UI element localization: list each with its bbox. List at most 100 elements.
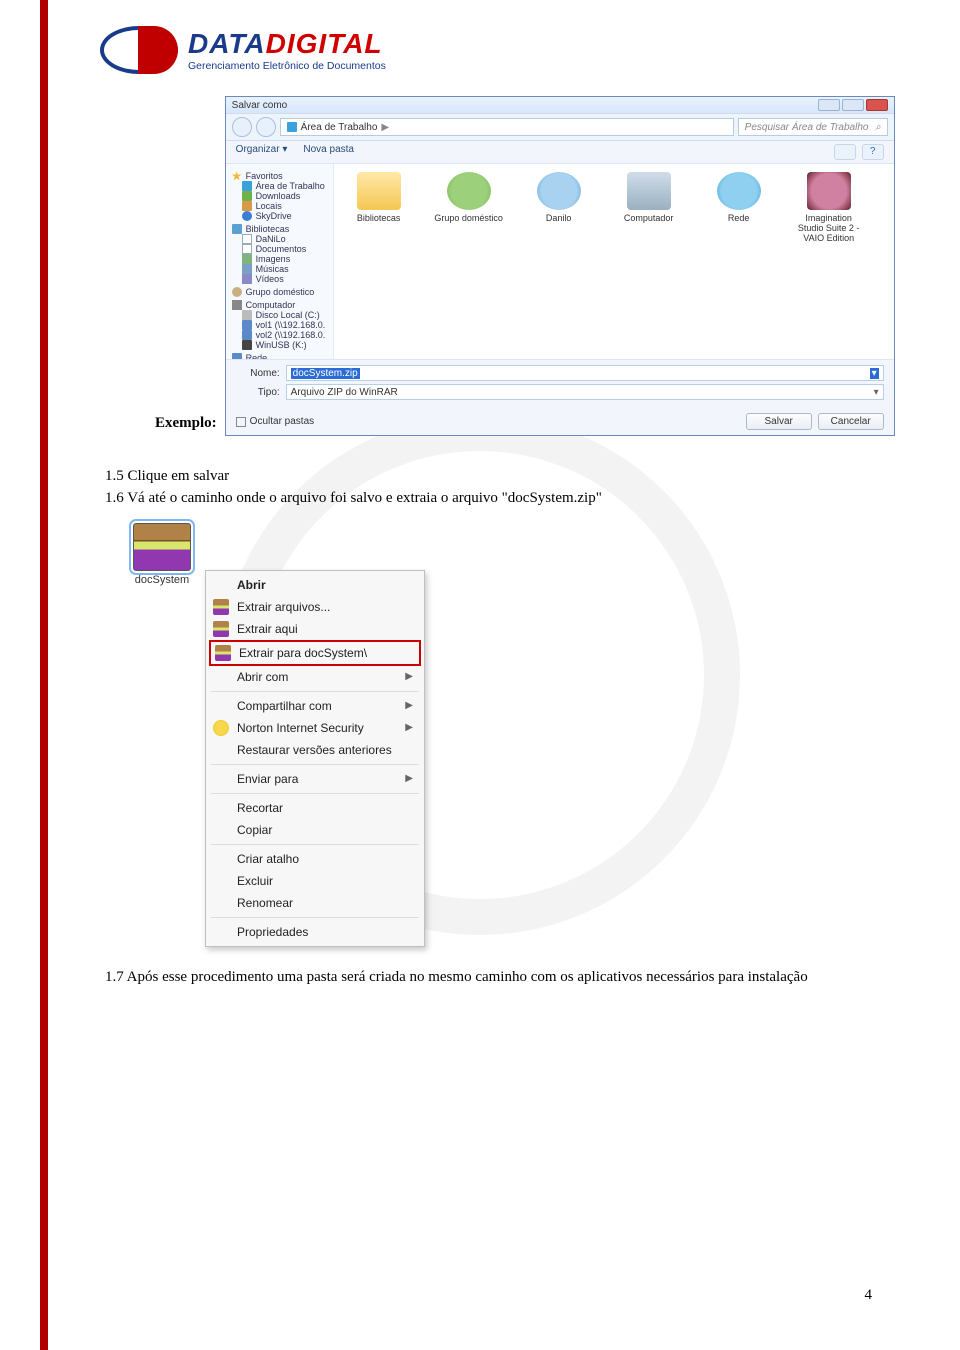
sidebar-item[interactable]: Imagens (232, 254, 327, 264)
sidebar-item[interactable]: Documentos (232, 244, 327, 254)
search-placeholder: Pesquisar Área de Trabalho (745, 122, 869, 133)
cancelar-button[interactable]: Cancelar (818, 413, 884, 430)
organize-dropdown[interactable]: Organizar ▾ (236, 144, 288, 160)
sidebar-item[interactable]: Músicas (232, 264, 327, 274)
desktop-icon (287, 122, 297, 132)
menu-restaurar[interactable]: Restaurar versões anteriores (209, 739, 421, 761)
sidebar-item[interactable]: Vídeos (232, 274, 327, 284)
close-button[interactable] (866, 99, 888, 111)
blank-icon (213, 924, 229, 940)
dropdown-icon: ▾ (870, 368, 879, 379)
left-red-bar (40, 0, 48, 1350)
nav-forward-button[interactable] (256, 117, 276, 137)
blank-icon (213, 800, 229, 816)
blank-icon (213, 669, 229, 685)
sidebar-rede-header[interactable]: Rede (232, 353, 327, 359)
nome-label: Nome: (236, 368, 280, 379)
menu-compartilhar[interactable]: Compartilhar com▶ (209, 695, 421, 717)
menu-copiar[interactable]: Copiar (209, 819, 421, 841)
rar-file-label: docSystem (135, 574, 189, 586)
filetype-dropdown[interactable]: Arquivo ZIP do WinRAR▾ (286, 384, 884, 400)
dialog-titlebar: Salvar como (226, 97, 894, 113)
sidebar-item[interactable]: WinUSB (K:) (232, 340, 327, 350)
menu-extrair-para-highlighted[interactable]: Extrair para docSystem\ (209, 640, 421, 666)
sidebar-item[interactable]: DaNiLo (232, 234, 327, 244)
search-input[interactable]: Pesquisar Área de Trabalho ⌕ (738, 118, 888, 136)
blank-icon (213, 577, 229, 593)
menu-propriedades[interactable]: Propriedades (209, 921, 421, 943)
blank-icon (213, 851, 229, 867)
file-item[interactable]: Rede (702, 172, 776, 223)
rar-icon (215, 645, 231, 661)
hide-folders-toggle-icon[interactable] (236, 417, 246, 427)
sidebar-favoritos-header[interactable]: Favoritos (232, 171, 327, 181)
sidebar-navigation: Favoritos Área de Trabalho Downloads Loc… (226, 164, 334, 359)
shield-icon (213, 720, 229, 736)
separator (211, 793, 419, 794)
menu-extrair-arquivos[interactable]: Extrair arquivos... (209, 596, 421, 618)
separator (211, 917, 419, 918)
maximize-button[interactable] (842, 99, 864, 111)
places-icon (242, 201, 252, 211)
folder-icon (242, 234, 252, 244)
file-item[interactable]: Danilo (522, 172, 596, 223)
submenu-arrow-icon: ▶ (405, 773, 413, 784)
breadcrumb: Área de Trabalho (301, 122, 378, 133)
blank-icon (213, 742, 229, 758)
library-icon (232, 224, 242, 234)
ocultar-pastas-label[interactable]: Ocultar pastas (250, 416, 314, 427)
views-button[interactable] (834, 144, 856, 160)
file-area[interactable]: Bibliotecas Grupo doméstico Danilo Compu… (334, 164, 894, 359)
sidebar-item[interactable]: Locais (232, 201, 327, 211)
sidebar-item[interactable]: Downloads (232, 191, 327, 201)
file-item[interactable]: Imagination Studio Suite 2 - VAIO Editio… (792, 172, 866, 243)
menu-norton[interactable]: Norton Internet Security▶ (209, 717, 421, 739)
computer-icon (232, 300, 242, 310)
app-icon (807, 172, 851, 210)
menu-abrir-com[interactable]: Abrir com▶ (209, 666, 421, 688)
context-menu-screenshot: docSystem Abrir Extrair arquivos... Extr… (105, 523, 445, 947)
file-item[interactable]: Computador (612, 172, 686, 223)
sidebar-computador-header[interactable]: Computador (232, 300, 327, 310)
dialog-title: Salvar como (232, 100, 288, 111)
user-icon (537, 172, 581, 210)
file-item[interactable]: Grupo doméstico (432, 172, 506, 223)
menu-criar-atalho[interactable]: Criar atalho (209, 848, 421, 870)
menu-extrair-aqui[interactable]: Extrair aqui (209, 618, 421, 640)
separator (211, 691, 419, 692)
menu-renomear[interactable]: Renomear (209, 892, 421, 914)
logo-icon (100, 26, 178, 74)
nav-back-button[interactable] (232, 117, 252, 137)
blank-icon (213, 771, 229, 787)
rar-file-icon[interactable] (133, 523, 191, 571)
brand-logo: DATADIGITAL Gerenciamento Eletrônico de … (100, 26, 386, 74)
help-button[interactable]: ? (862, 144, 884, 160)
sidebar-grupo-header[interactable]: Grupo doméstico (232, 287, 327, 297)
sidebar-bibliotecas-header[interactable]: Bibliotecas (232, 224, 327, 234)
menu-excluir[interactable]: Excluir (209, 870, 421, 892)
step-1-5: 1.5 Clique em salvar (105, 466, 915, 486)
file-item[interactable]: Bibliotecas (342, 172, 416, 223)
search-icon: ⌕ (875, 122, 881, 133)
minimize-button[interactable] (818, 99, 840, 111)
sidebar-item[interactable]: vol2 (\\192.168.0. (232, 330, 327, 340)
sidebar-item[interactable]: SkyDrive (232, 211, 327, 221)
submenu-arrow-icon: ▶ (405, 671, 413, 682)
sidebar-item[interactable]: vol1 (\\192.168.0. (232, 320, 327, 330)
salvar-button[interactable]: Salvar (746, 413, 812, 430)
computer-icon (627, 172, 671, 210)
step-1-7: 1.7 Após esse procedimento uma pasta ser… (105, 967, 915, 987)
music-icon (242, 264, 252, 274)
homegroup-icon (447, 172, 491, 210)
separator (211, 764, 419, 765)
new-folder-button[interactable]: Nova pasta (303, 144, 354, 160)
filename-input[interactable]: docSystem.zip▾ (286, 365, 884, 381)
tipo-label: Tipo: (236, 387, 280, 398)
dropdown-icon: ▾ (874, 387, 879, 398)
sidebar-item[interactable]: Área de Trabalho (232, 181, 327, 191)
menu-enviar[interactable]: Enviar para▶ (209, 768, 421, 790)
address-field[interactable]: Área de Trabalho ▶ (280, 118, 734, 136)
menu-abrir[interactable]: Abrir (209, 574, 421, 596)
sidebar-item[interactable]: Disco Local (C:) (232, 310, 327, 320)
menu-recortar[interactable]: Recortar (209, 797, 421, 819)
